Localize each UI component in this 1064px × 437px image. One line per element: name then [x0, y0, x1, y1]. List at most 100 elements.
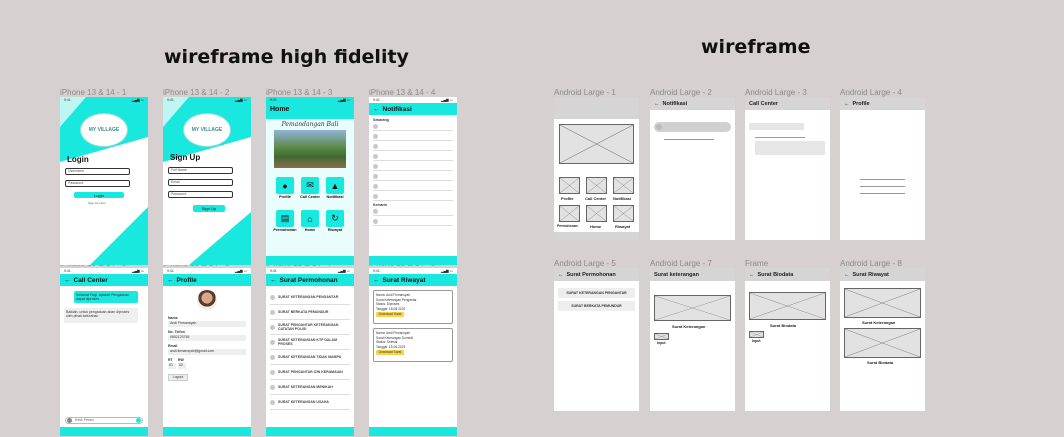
back-arrow-icon[interactable]: ← [558, 272, 564, 278]
letter-item[interactable]: SURAT KETERANGAN KTP DALAM PROSES [270, 335, 350, 350]
wire-icon-placeholder[interactable] [586, 205, 607, 222]
document-icon [270, 384, 275, 390]
notification-item[interactable] [373, 217, 453, 226]
wire-toggle-icon [656, 124, 662, 130]
document-icon [270, 324, 275, 330]
document-icon [270, 354, 275, 360]
back-arrow-icon[interactable]: ← [654, 101, 660, 107]
wire-notification-screen: ← Notifikasi [650, 97, 735, 240]
attach-icon[interactable] [67, 418, 72, 423]
history-card[interactable]: Nama: Andi Firmansyah Surat Keterangan P… [373, 290, 453, 324]
notification-item[interactable] [373, 207, 453, 216]
riwayat-header: ← Surat Riwayat [369, 274, 457, 286]
signup-title: Sign Up [170, 153, 201, 162]
download-button[interactable]: Download Surat [376, 312, 404, 317]
wire-permohonan-screen: ← Surat Permohonan SURAT KETERANGAN PENGA… [554, 268, 639, 411]
letter-item[interactable]: SURAT KETERANGAN TIDAK MAMPU [270, 350, 350, 365]
letter-item[interactable]: SURAT BERKATA PEMUNDUR [270, 305, 350, 320]
history-card[interactable]: Nama: Andi Firmansyah Surat Keterangan D… [373, 328, 453, 362]
send-icon[interactable] [136, 418, 141, 423]
document-icon [270, 309, 275, 315]
profile-label: Profile [279, 195, 291, 199]
home-screen: 9:41 ▂▄▆ ▭ Home Pemandangan Bali ● ✉ ▲ Pr… [266, 97, 354, 265]
frame-label: Android Large - 8 [840, 259, 902, 268]
document-icon [270, 399, 275, 405]
wire-letter-item[interactable]: SURAT KETERANGAN PENGANTAR [558, 288, 635, 298]
wire-line [860, 193, 905, 194]
wire-letter-item[interactable]: SURAT BERKATA PEMUNDUR [558, 301, 635, 311]
username-field[interactable]: Username [65, 168, 130, 175]
wire-input-placeholder[interactable] [749, 331, 764, 338]
wire-input-label: Input [752, 339, 761, 343]
notification-item[interactable] [373, 152, 453, 161]
wire-image-placeholder [559, 124, 634, 164]
wire-icon-placeholder[interactable] [613, 205, 634, 222]
riwayat-label: Riwayat [327, 228, 343, 232]
message-input[interactable]: Ketik Pesan [65, 417, 143, 424]
letter-item[interactable]: SURAT KETERANGAN MENIKAH [270, 380, 350, 395]
back-arrow-icon[interactable]: ← [64, 277, 71, 284]
email-field[interactable]: Email [168, 179, 233, 186]
notification-item[interactable] [373, 162, 453, 171]
wire-label: Notifikasi [613, 196, 632, 201]
bottom-bar [60, 427, 148, 436]
home-label: Home [304, 228, 316, 232]
avatar-icon [373, 208, 378, 214]
permohonan-screen: 9:41 ▂▄▆ ▭ ← Surat Permohonan SURAT KETERA… [266, 268, 354, 436]
avatar-icon [373, 193, 378, 199]
letter-item[interactable]: SURAT KETERANGAN PENGANTAR [270, 290, 350, 305]
wire-call-center-screen: Call Center [745, 97, 830, 240]
wire-icon-placeholder[interactable] [559, 205, 580, 222]
back-arrow-icon[interactable]: ← [749, 272, 755, 278]
wire-label: Riwayat [615, 224, 631, 229]
wire-header: ← Profile [840, 97, 925, 110]
download-button[interactable]: Download Surat [376, 350, 404, 355]
wire-bottom-bar [554, 232, 639, 240]
back-arrow-icon[interactable]: ← [844, 272, 850, 278]
mail-icon[interactable]: ✉ [301, 177, 319, 194]
bell-icon[interactable]: ▲ [326, 177, 344, 194]
password-field[interactable]: Password [168, 191, 233, 198]
bottom-bar [266, 256, 354, 265]
back-arrow-icon[interactable]: ← [373, 277, 380, 284]
notification-item[interactable] [373, 192, 453, 201]
profile-avatar [197, 290, 217, 310]
back-arrow-icon[interactable]: ← [373, 106, 380, 113]
history-icon[interactable]: ↻ [326, 210, 344, 227]
password-field[interactable]: Password [65, 180, 130, 187]
email-label: Email [168, 344, 178, 348]
wire-search-bar[interactable] [654, 122, 731, 132]
avatar-icon [373, 183, 378, 189]
fullname-field[interactable]: Full Name [168, 167, 233, 174]
back-arrow-icon[interactable]: ← [844, 101, 850, 107]
back-arrow-icon[interactable]: ← [167, 277, 174, 284]
wire-chat-bubble [755, 141, 825, 155]
login-button[interactable]: Login [74, 192, 124, 198]
notification-item[interactable] [373, 182, 453, 191]
notification-item[interactable] [373, 172, 453, 181]
rw-value: 02 [178, 363, 186, 369]
wire-icon-placeholder[interactable] [559, 177, 580, 194]
signup-link[interactable]: Sign Up Here [88, 201, 106, 205]
wire-caption: Surat Biodata [867, 360, 894, 365]
wire-line [755, 137, 805, 138]
back-arrow-icon[interactable]: ← [270, 277, 277, 284]
letter-item[interactable]: SURAT KETERANGAN USAHA [270, 395, 350, 410]
signup-button[interactable]: Sign Up [193, 205, 225, 212]
notification-item[interactable] [373, 122, 453, 131]
wire-input-placeholder[interactable] [654, 333, 669, 340]
frame-label: iPhone 13 & 14 - 1 [60, 88, 127, 97]
home-icon[interactable]: ⌂ [301, 210, 319, 227]
letter-item[interactable]: SURAT PENGANTAR KETERANGAN CATATAN POLIS… [270, 320, 350, 335]
email-value: andi.firmansyah@gmail.com [168, 349, 246, 355]
wire-icon-placeholder[interactable] [586, 177, 607, 194]
wire-icon-placeholder[interactable] [613, 177, 634, 194]
notification-item[interactable] [373, 132, 453, 141]
document-icon [270, 294, 275, 300]
profile-icon[interactable]: ● [276, 177, 294, 194]
document-icon[interactable]: ▤ [276, 210, 294, 227]
logout-button[interactable]: Logout [168, 374, 188, 381]
notification-item[interactable] [373, 142, 453, 151]
wire-label: Call Center [585, 196, 607, 201]
letter-item[interactable]: SURAT PENGANTAR IZIN KERAMAIAN [270, 365, 350, 380]
